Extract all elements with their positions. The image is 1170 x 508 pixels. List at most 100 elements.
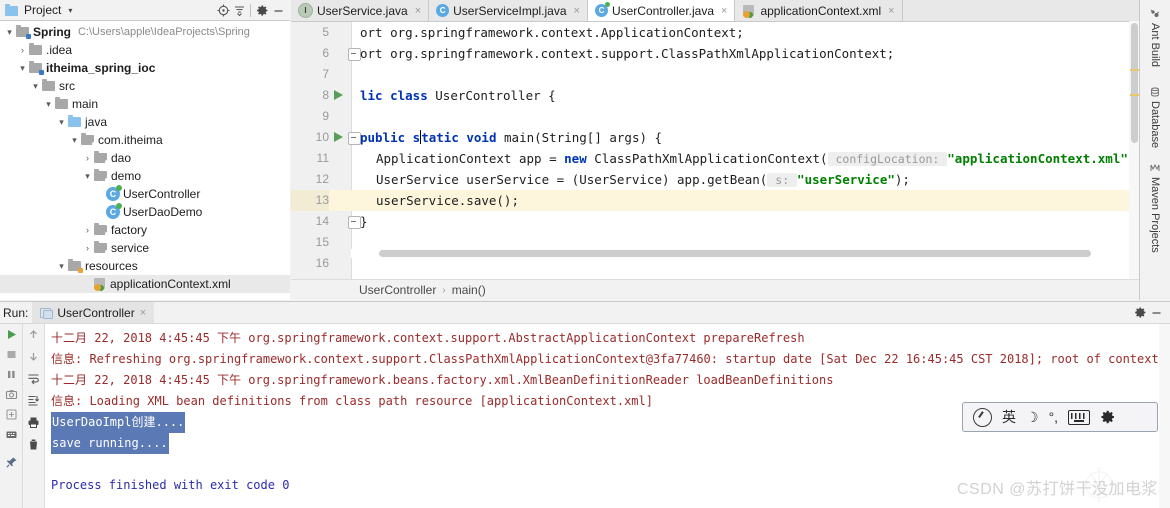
chevron-right-icon[interactable]: › <box>82 153 93 163</box>
gear-icon[interactable] <box>254 2 270 18</box>
chevron-down-icon[interactable]: ▾ <box>43 99 54 110</box>
code-line-5[interactable]: 5 ort org.springframework.context.Applica… <box>291 22 1140 43</box>
rerun-button[interactable] <box>3 327 19 342</box>
stop-button[interactable] <box>3 347 19 362</box>
code-line-6[interactable]: 6 ort org.springframework.context.support… <box>291 43 1140 64</box>
code-lines[interactable]: 5 ort org.springframework.context.Applica… <box>291 22 1140 280</box>
console-selected-text: save running.... <box>51 433 169 454</box>
chevron-down-icon[interactable]: ▾ <box>17 63 28 74</box>
minimize-icon[interactable] <box>270 2 286 18</box>
code-line-13[interactable]: 13 userService.save(); <box>291 190 1140 211</box>
breadcrumb-item-main[interactable]: main() <box>452 283 486 297</box>
gear-icon[interactable] <box>1100 409 1116 425</box>
keyboard-icon[interactable] <box>1068 409 1091 425</box>
gear-icon[interactable] <box>1132 305 1148 321</box>
console-vertical-scrollbar[interactable] <box>1159 324 1170 508</box>
chevron-right-icon[interactable]: › <box>82 243 93 253</box>
pause-button[interactable] <box>3 367 19 382</box>
editor-tab-bar[interactable]: I UserService.java × C UserServiceImpl.java ×… <box>291 0 1140 22</box>
code-line-8[interactable]: 8 lic class UserController { <box>291 85 1140 106</box>
tree-node-usercontroller[interactable]: C UserController <box>0 185 290 203</box>
code-line-9[interactable]: 9 <box>291 106 1140 127</box>
scroll-to-end-button[interactable] <box>26 393 42 408</box>
tree-node-demo[interactable]: ▾ demo <box>0 167 290 185</box>
run-left-toolbar-secondary[interactable] <box>23 324 45 508</box>
sogou-logo-icon[interactable] <box>973 407 992 427</box>
ime-floating-toolbar[interactable]: 英 ☽ °, <box>962 402 1158 432</box>
run-tab-usercontroller[interactable]: UserController × <box>32 302 155 323</box>
code-text: lic class <box>360 88 436 103</box>
chevron-down-icon[interactable]: ▾ <box>56 117 67 128</box>
run-left-toolbar[interactable] <box>0 324 23 508</box>
chevron-down-icon[interactable]: ▾ <box>4 27 15 38</box>
run-gutter-icon[interactable] <box>334 90 343 100</box>
editor-tab-label: UserService.java <box>317 3 408 18</box>
v-scroll-thumb[interactable] <box>1131 23 1138 143</box>
tree-node-service[interactable]: › service <box>0 239 290 257</box>
tree-node--idea[interactable]: › .idea <box>0 41 290 59</box>
tree-node-com-itheima[interactable]: ▾ com.itheima <box>0 131 290 149</box>
clear-all-button[interactable] <box>26 437 42 452</box>
soft-wrap-button[interactable] <box>26 371 42 386</box>
editor-tab-userserviceimpl-java[interactable]: C UserServiceImpl.java × <box>429 0 588 21</box>
package-folder-icon <box>94 223 109 237</box>
close-icon[interactable]: × <box>415 5 421 17</box>
chevron-right-icon[interactable]: › <box>17 45 28 55</box>
chevron-down-icon[interactable]: ▾ <box>56 261 67 272</box>
code-line-14[interactable]: 14} <box>291 211 1140 232</box>
collapse-all-icon[interactable] <box>231 2 247 18</box>
tree-node-itheima-spring-ioc[interactable]: ▾ itheima_spring_ioc <box>0 59 290 77</box>
code-editor[interactable]: 5 ort org.springframework.context.Applica… <box>291 22 1140 280</box>
print-button[interactable] <box>26 415 42 430</box>
chevron-down-icon[interactable]: ▾ <box>69 135 80 146</box>
code-text: main(String[] args) { <box>504 130 663 145</box>
editor-tab-userservice-java[interactable]: I UserService.java × <box>291 0 430 21</box>
code-line-7[interactable]: 7 <box>291 64 1140 85</box>
tool-button-ant-build[interactable]: Ant Build <box>1140 4 1170 72</box>
h-scroll-thumb[interactable] <box>379 250 1091 257</box>
breadcrumb[interactable]: UserController › main() <box>291 279 1140 300</box>
project-tree[interactable]: ▾ Spring C:\Users\apple\IdeaProjects\Sprin… <box>0 21 290 300</box>
code-line-12[interactable]: 12 UserService userService = (UserService… <box>291 169 1140 190</box>
prev-occurrence-button[interactable] <box>26 327 42 342</box>
console-toggle-button[interactable] <box>3 427 19 442</box>
tree-node-main[interactable]: ▾ main <box>0 95 290 113</box>
close-icon[interactable]: × <box>140 307 146 319</box>
run-gutter-icon[interactable] <box>334 132 343 142</box>
editor-tab-usercontroller-java[interactable]: C UserController.java × <box>587 0 736 21</box>
tree-node-java[interactable]: ▾ java <box>0 113 290 131</box>
next-occurrence-button[interactable] <box>26 349 42 364</box>
tree-node-spring[interactable]: ▾ Spring C:\Users\apple\IdeaProjects\Sprin… <box>0 23 290 41</box>
moon-icon[interactable]: ☽ <box>1026 409 1039 426</box>
chevron-down-icon[interactable]: ▾ <box>68 6 72 15</box>
tool-button-database[interactable]: Database <box>1140 82 1170 153</box>
close-icon[interactable]: × <box>574 5 580 17</box>
code-line-11[interactable]: 11 ApplicationContext app = new ClassPath… <box>291 148 1140 169</box>
dump-threads-button[interactable] <box>3 387 19 402</box>
chevron-right-icon[interactable]: › <box>82 225 93 235</box>
close-icon[interactable]: × <box>721 5 727 17</box>
tree-node-dao[interactable]: › dao <box>0 149 290 167</box>
tree-node-resources[interactable]: ▾ resources <box>0 257 290 275</box>
editor-tab-applicationcontext-xml[interactable]: applicationContext.xml × <box>735 0 903 21</box>
chevron-down-icon[interactable]: ▾ <box>82 171 93 182</box>
tree-node-applicationcontext-xml[interactable]: applicationContext.xml <box>0 275 290 293</box>
tree-node-src[interactable]: ▾ src <box>0 77 290 95</box>
tree-node-path: C:\Users\apple\IdeaProjects\Spring <box>78 26 250 38</box>
code-line-10[interactable]: 10 public static void main(String[] args)… <box>291 127 1140 148</box>
punctuation-icon[interactable]: °, <box>1049 409 1059 425</box>
project-panel-title[interactable]: Project ▾ <box>4 3 72 17</box>
tree-node-factory[interactable]: › factory <box>0 221 290 239</box>
minimize-icon[interactable] <box>1148 305 1164 321</box>
tool-button-maven-projects[interactable]: Maven Projects <box>1140 158 1170 258</box>
chevron-down-icon[interactable]: ▾ <box>30 81 41 92</box>
line-number: 14 <box>315 214 329 228</box>
lang-mode-button[interactable]: 英 <box>1002 407 1016 427</box>
editor-horizontal-scrollbar[interactable] <box>351 249 1129 258</box>
breadcrumb-item-usercontroller[interactable]: UserController <box>359 283 436 297</box>
pin-tab-button[interactable] <box>3 455 19 470</box>
locate-icon[interactable] <box>215 2 231 18</box>
tree-node-userdaodemo[interactable]: C UserDaoDemo <box>0 203 290 221</box>
export-button[interactable] <box>3 407 19 422</box>
close-icon[interactable]: × <box>888 5 894 17</box>
